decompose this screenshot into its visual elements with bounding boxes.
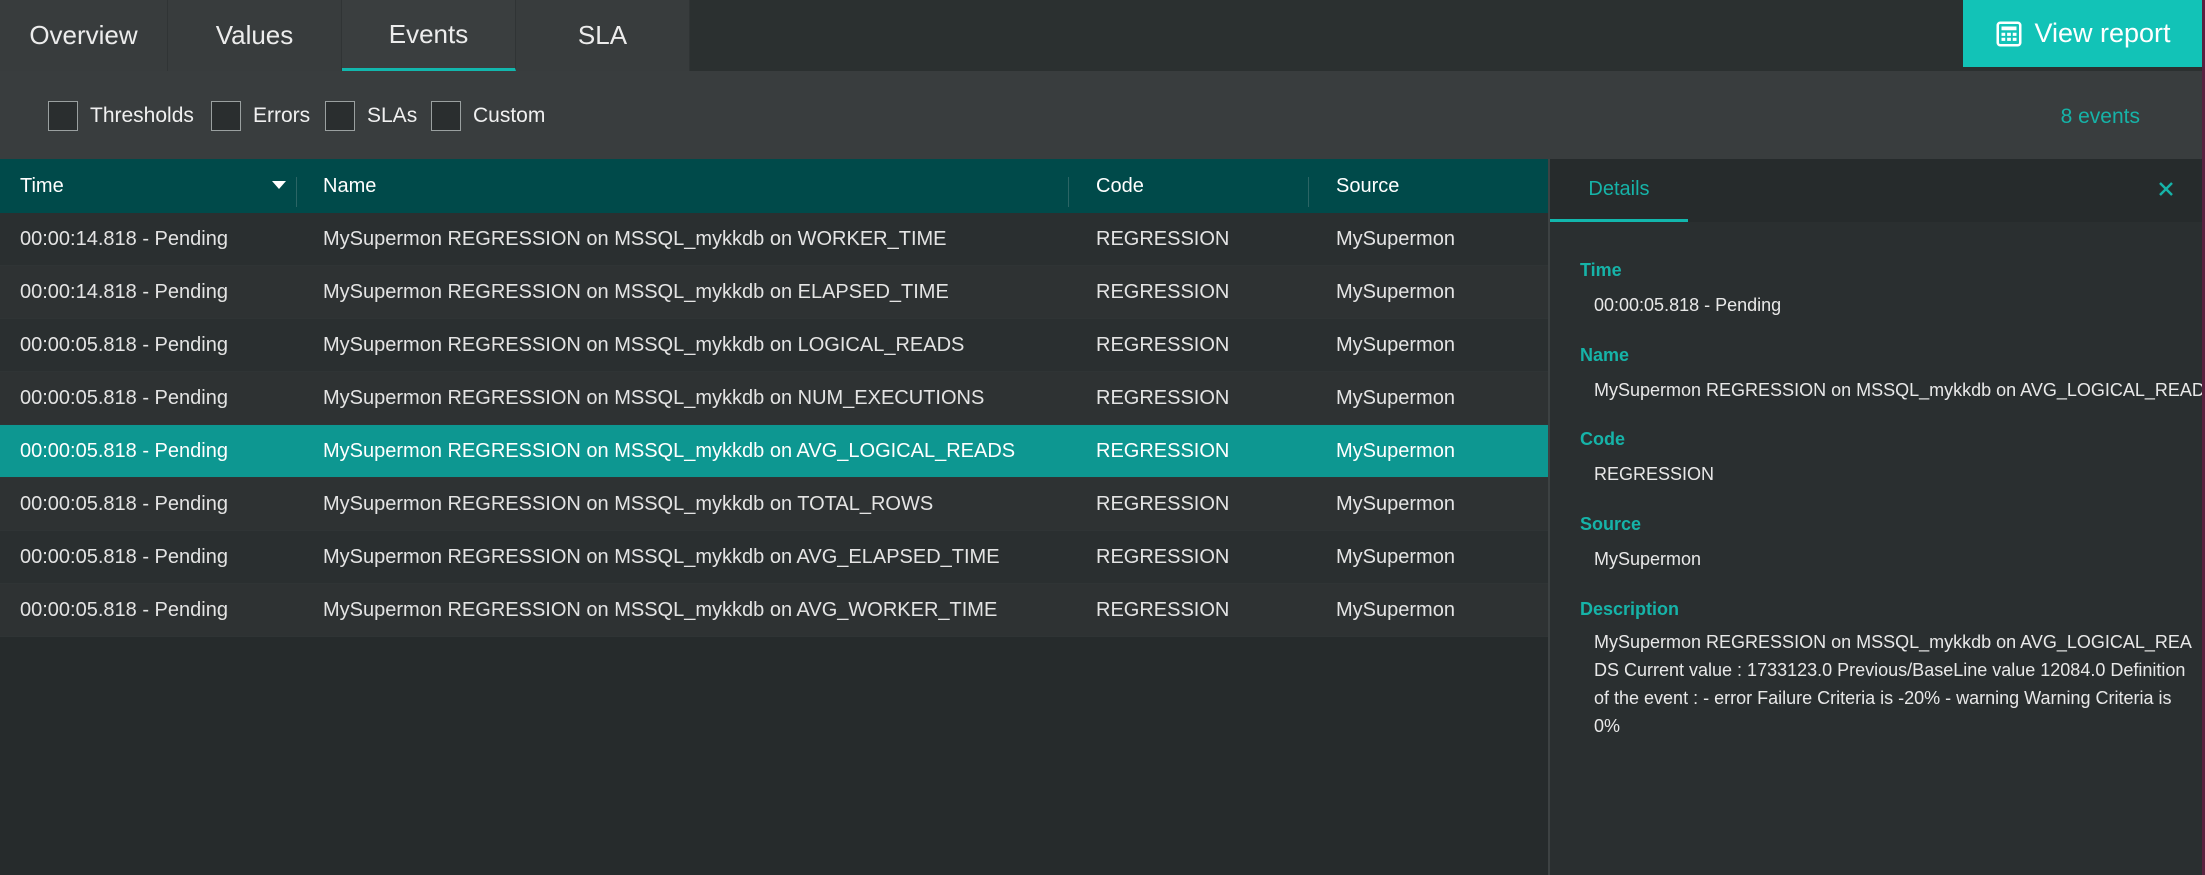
column-header-label: Time — [20, 174, 64, 197]
events-table: Time Name Code Source 00:00:14.818 - Pen… — [0, 159, 1548, 875]
tab-label: Events — [388, 18, 469, 49]
column-divider — [1308, 177, 1309, 207]
cell-source: MySupermon — [1336, 334, 1455, 356]
filter-errors[interactable]: Errors — [211, 101, 310, 131]
column-header-label: Source — [1336, 174, 1400, 197]
detail-value-name: MySupermon REGRESSION on MSSQL_mykkdb on… — [1594, 380, 2202, 400]
cell-code: REGRESSION — [1096, 387, 1230, 409]
cell-code: REGRESSION — [1096, 546, 1230, 568]
top-bar: Overview Values Events SLA View report — [0, 0, 2205, 71]
column-header-label: Code — [1096, 174, 1144, 197]
cell-time: 00:00:05.818 - Pending — [20, 546, 228, 568]
cell-source: MySupermon — [1336, 387, 1455, 409]
report-icon — [1996, 21, 2022, 46]
cell-time: 00:00:05.818 - Pending — [20, 440, 228, 462]
table-header: Time Name Code Source — [0, 159, 1548, 213]
cell-name: MySupermon REGRESSION on MSSQL_mykkdb on… — [323, 440, 1016, 462]
details-header: Details — [1550, 159, 2202, 222]
tab-values[interactable]: Values — [168, 0, 342, 71]
detail-value-code: REGRESSION — [1594, 464, 1715, 484]
cell-time: 00:00:14.818 - Pending — [20, 228, 228, 250]
tab-label: SLA — [577, 20, 628, 50]
cell-time: 00:00:05.818 - Pending — [20, 493, 228, 515]
tab-overview[interactable]: Overview — [0, 0, 168, 71]
details-panel: Details Time 00:00:05.818 - Pending Name… — [1550, 159, 2202, 875]
filter-bar: Thresholds Errors SLAs Custom 8 events — [0, 71, 2202, 159]
detail-label-time: Time — [1580, 260, 1622, 280]
column-header-label: Name — [323, 174, 377, 197]
cell-code: REGRESSION — [1096, 440, 1230, 462]
events-count: 8 events — [2060, 105, 2140, 128]
view-report-label: View report — [2034, 18, 2171, 48]
cell-source: MySupermon — [1336, 440, 1455, 462]
cell-name: MySupermon REGRESSION on MSSQL_mykkdb on… — [323, 387, 985, 409]
slas-checkbox[interactable] — [325, 101, 355, 131]
cell-time: 00:00:05.818 - Pending — [20, 387, 228, 409]
cell-time: 00:00:05.818 - Pending — [20, 334, 228, 356]
table-row[interactable]: 00:00:05.818 - Pending MySupermon REGRES… — [0, 531, 1548, 584]
detail-value-time: 00:00:05.818 - Pending — [1594, 295, 1782, 315]
cell-time: 00:00:14.818 - Pending — [20, 281, 228, 303]
detail-label-source: Source — [1580, 514, 1642, 534]
table-row[interactable]: 00:00:14.818 - Pending MySupermon REGRES… — [0, 213, 1548, 266]
filter-label: Errors — [253, 104, 311, 127]
cell-code: REGRESSION — [1096, 228, 1230, 250]
table-row-selected[interactable]: 00:00:05.818 - Pending MySupermon REGRES… — [0, 425, 1548, 478]
cell-source: MySupermon — [1336, 281, 1455, 303]
column-divider — [296, 177, 297, 207]
cell-source: MySupermon — [1336, 228, 1455, 250]
app-window: Overview Values Events SLA View report T… — [0, 0, 2205, 875]
cell-name: MySupermon REGRESSION on MSSQL_mykkdb on… — [323, 493, 934, 515]
table-row[interactable]: 00:00:05.818 - Pending MySupermon REGRES… — [0, 372, 1548, 425]
sort-down-icon[interactable] — [272, 181, 286, 189]
tab-label: Values — [215, 20, 294, 50]
filter-thresholds[interactable]: Thresholds — [48, 101, 194, 131]
cell-name: MySupermon REGRESSION on MSSQL_mykkdb on… — [323, 546, 1000, 568]
detail-value-description: MySupermon REGRESSION on MSSQL_mykkdb on… — [1594, 632, 2192, 736]
column-header-name[interactable]: Name — [323, 159, 376, 213]
cell-source: MySupermon — [1336, 599, 1455, 621]
column-divider — [1068, 177, 1069, 207]
cell-code: REGRESSION — [1096, 334, 1230, 356]
cell-code: REGRESSION — [1096, 599, 1230, 621]
table-row[interactable]: 00:00:14.818 - Pending MySupermon REGRES… — [0, 266, 1548, 319]
tab-events[interactable]: Events — [342, 0, 516, 71]
filter-label: Custom — [473, 104, 546, 127]
cell-code: REGRESSION — [1096, 493, 1230, 515]
cell-source: MySupermon — [1336, 493, 1455, 515]
table-row[interactable]: 00:00:05.818 - Pending MySupermon REGRES… — [0, 584, 1548, 637]
detail-label-name: Name — [1580, 345, 1630, 365]
filter-label: Thresholds — [90, 104, 194, 127]
detail-label-code: Code — [1580, 429, 1625, 449]
custom-checkbox[interactable] — [431, 101, 461, 131]
cell-name: MySupermon REGRESSION on MSSQL_mykkdb on… — [323, 599, 998, 621]
filter-label: SLAs — [367, 104, 418, 127]
column-header-source[interactable]: Source — [1336, 159, 1399, 213]
errors-checkbox[interactable] — [211, 101, 241, 131]
column-header-code[interactable]: Code — [1096, 159, 1144, 213]
tab-details[interactable]: Details — [1550, 159, 1688, 222]
cell-name: MySupermon REGRESSION on MSSQL_mykkdb on… — [323, 281, 949, 303]
filter-custom[interactable]: Custom — [431, 101, 545, 131]
tab-label: Overview — [29, 20, 138, 50]
thresholds-checkbox[interactable] — [48, 101, 78, 131]
main-tabs: Overview Values Events SLA — [0, 0, 690, 71]
detail-value-source: MySupermon — [1594, 549, 1702, 569]
cell-time: 00:00:05.818 - Pending — [20, 599, 228, 621]
view-report-button[interactable]: View report — [1963, 0, 2202, 67]
table-row[interactable]: 00:00:05.818 - Pending MySupermon REGRES… — [0, 319, 1548, 372]
cell-code: REGRESSION — [1096, 281, 1230, 303]
cell-name: MySupermon REGRESSION on MSSQL_mykkdb on… — [323, 334, 965, 356]
tab-sla[interactable]: SLA — [516, 0, 690, 71]
detail-label-description: Description — [1580, 599, 1680, 619]
column-header-time[interactable]: Time — [20, 159, 290, 213]
cell-source: MySupermon — [1336, 546, 1455, 568]
filter-slas[interactable]: SLAs — [325, 101, 417, 131]
table-row[interactable]: 00:00:05.818 - Pending MySupermon REGRES… — [0, 478, 1548, 531]
cell-name: MySupermon REGRESSION on MSSQL_mykkdb on… — [323, 228, 947, 250]
close-icon[interactable] — [2154, 177, 2178, 201]
details-tab-label: Details — [1588, 177, 1650, 200]
